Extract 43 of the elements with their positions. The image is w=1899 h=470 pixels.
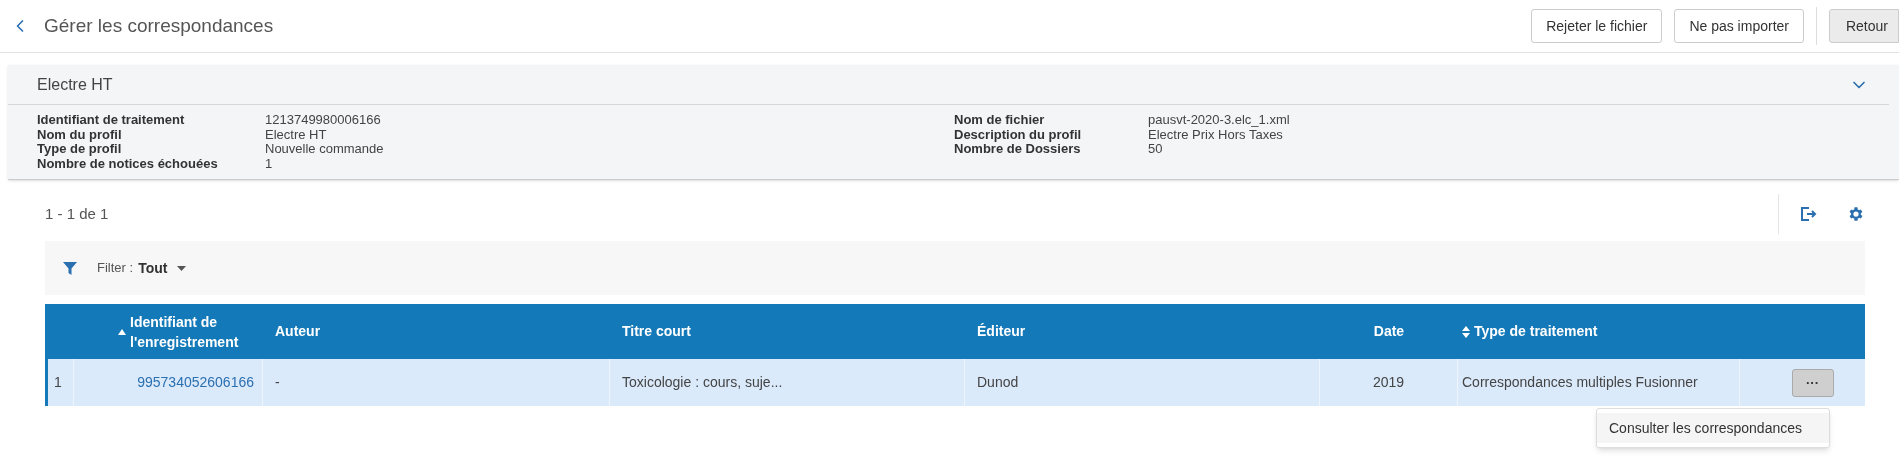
toolbar-button[interactable]: Rejeter le fichier: [1531, 9, 1663, 43]
field-value: 1: [265, 156, 274, 171]
table-cell: Correspondances multiples Fusionner: [1458, 359, 1740, 406]
back-text-button[interactable]: Retour: [1828, 9, 1899, 43]
field-value: 1213749980006166: [265, 113, 382, 128]
field-label: Nombre de Dossiers: [954, 142, 1082, 157]
page-title: Gérer les correspondances: [44, 13, 274, 38]
sort-icon: [1462, 325, 1470, 338]
results-count: 1 - 1 de 1: [45, 203, 109, 224]
filter-dropdown[interactable]: Filter : Tout: [97, 257, 187, 279]
field-label: Identifiant de traitement: [37, 113, 186, 128]
column-header[interactable]: Auteur: [263, 304, 610, 359]
table-cell: Toxicologie : cours, suje...: [610, 359, 965, 406]
toolbar-button[interactable]: Ne pas importer: [1674, 9, 1804, 43]
caret-icon: [177, 265, 187, 271]
sort-ascending-icon: [118, 328, 126, 335]
card-title: Electre HT: [37, 74, 113, 95]
column-header[interactable]: Titre court: [610, 304, 965, 359]
field-value: Nouvelle commande: [265, 142, 385, 157]
column-header[interactable]: Éditeur: [965, 304, 1320, 359]
field-label: Nom de fichier: [954, 113, 1046, 128]
export-icon[interactable]: [1799, 205, 1817, 223]
field-value: Electre Prix Hors Taxes: [1148, 127, 1283, 142]
table-cell: -: [263, 359, 610, 406]
field-value: 50: [1148, 142, 1164, 157]
field-value: Electre HT: [265, 127, 328, 142]
settings-icon[interactable]: [1847, 205, 1865, 223]
field-label: Description du profil: [954, 127, 1083, 142]
column-header[interactable]: Date: [1320, 304, 1458, 359]
table-cell: 995734052606166: [74, 359, 263, 406]
field-value: pausvt-2020-3.elc_1.xml: [1148, 113, 1290, 128]
table-row[interactable]: 1 995734052606166 - Toxicologie : cours, suje... Dunod 2019 Correspondances multiples Fusionner ···: [45, 359, 1865, 406]
column-header[interactable]: Type de traitement: [1458, 304, 1740, 359]
table-cell: Dunod: [965, 359, 1320, 406]
filter-icon: [63, 261, 77, 275]
table-cell: 2019: [1320, 359, 1458, 406]
field-label: Nombre de notices échouées: [37, 156, 219, 171]
menu-item[interactable]: Consulter les correspondances: [1597, 413, 1829, 443]
field-label: Nom du profil: [37, 127, 123, 142]
column-header[interactable]: Identifiant de l'enregistrement: [74, 304, 263, 359]
row-number: 1: [48, 359, 74, 406]
more-actions-button[interactable]: ···: [1791, 368, 1834, 397]
field-label: Type de profil: [37, 142, 123, 157]
